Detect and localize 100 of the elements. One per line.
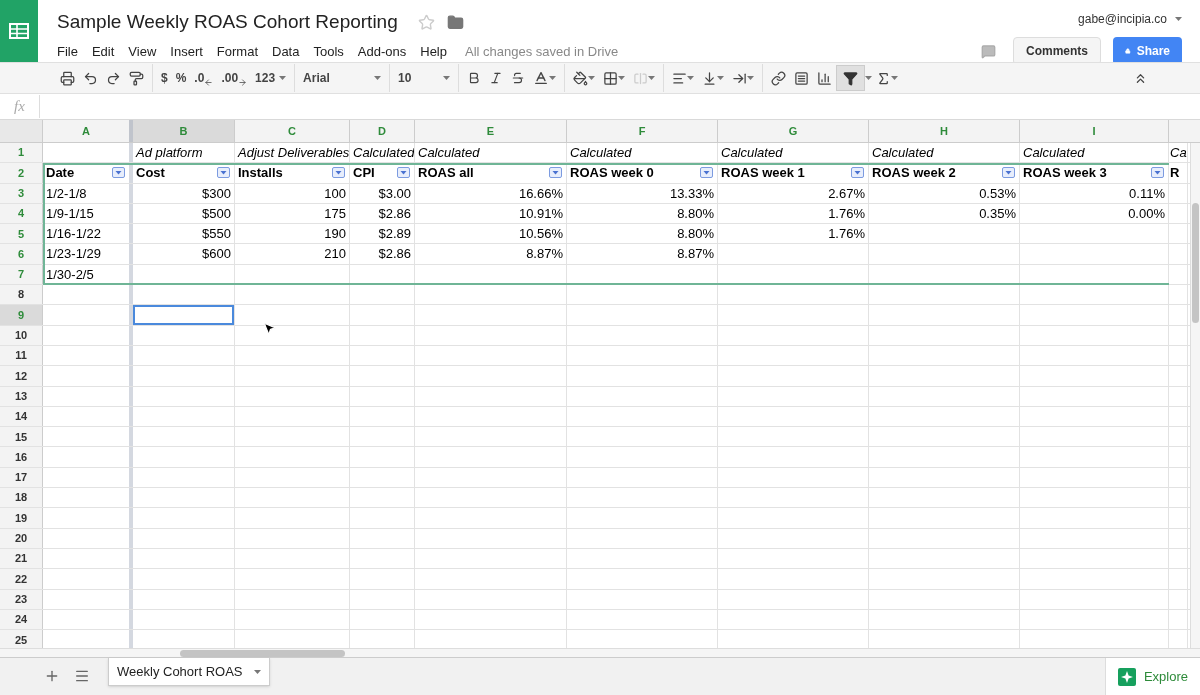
menu-item[interactable]: Edit	[91, 41, 115, 61]
column-header[interactable]: E	[415, 120, 567, 142]
vertical-scrollbar[interactable]	[1190, 143, 1200, 648]
caret-icon[interactable]	[588, 76, 596, 80]
column-heading: Date	[46, 164, 75, 183]
column-header[interactable]: I	[1020, 120, 1169, 142]
font-size-dropdown[interactable]: 10	[394, 66, 455, 90]
selected-cell[interactable]	[133, 305, 234, 325]
caret-icon[interactable]	[891, 76, 899, 80]
table-cell-text: 1/9-1/15	[46, 204, 94, 223]
caret-icon[interactable]	[443, 76, 451, 80]
mouse-cursor-icon	[262, 321, 277, 336]
row-number[interactable]: 2	[0, 163, 43, 183]
column-header[interactable]: D	[350, 120, 415, 142]
caret-icon[interactable]	[279, 76, 287, 80]
table-cell-text: 175	[324, 204, 346, 223]
row-number[interactable]: 19	[0, 508, 43, 528]
account-email[interactable]: gabe@incipia.co	[1078, 10, 1167, 28]
table-cell-text: 190	[324, 225, 346, 244]
star-icon[interactable]	[417, 13, 435, 31]
filter-button[interactable]	[836, 65, 866, 91]
row-number[interactable]: 6	[0, 244, 43, 264]
source-label: Calculated	[872, 143, 934, 162]
column-heading: R	[1170, 164, 1180, 183]
column-header[interactable]: F	[567, 120, 718, 142]
source-label: Calculated	[418, 143, 480, 162]
table-cell-text: 210	[324, 245, 346, 264]
column-header[interactable]: H	[869, 120, 1020, 142]
filter-dropdown-icon[interactable]	[112, 167, 125, 179]
folder-icon[interactable]	[446, 13, 464, 31]
sheets-logo[interactable]	[0, 0, 38, 62]
caret-icon[interactable]	[747, 76, 755, 80]
caret-icon[interactable]	[865, 76, 873, 80]
caret-icon[interactable]	[374, 76, 382, 80]
percent-button[interactable]: %	[171, 66, 191, 90]
table-cell-text: 13.33%	[669, 184, 714, 203]
column-header[interactable]: G	[718, 120, 869, 142]
font-dropdown[interactable]: Arial	[299, 66, 386, 90]
column-heading: ROAS week 2	[872, 164, 956, 183]
menu-item[interactable]: Add-ons	[357, 41, 407, 61]
caret-icon[interactable]	[717, 76, 725, 80]
menu-item[interactable]: Insert	[170, 41, 203, 61]
filter-dropdown-icon[interactable]	[397, 167, 410, 179]
document-title[interactable]: Sample Weekly ROAS Cohort Reporting	[57, 8, 398, 37]
filter-dropdown-icon[interactable]	[851, 167, 864, 179]
caret-icon[interactable]	[687, 76, 695, 80]
column-heading: ROAS week 1	[721, 164, 805, 183]
column-heading: Installs	[238, 164, 283, 183]
menu-item[interactable]: Format	[216, 41, 258, 61]
menu-item[interactable]: View	[128, 41, 157, 61]
filter-dropdown-icon[interactable]	[700, 167, 713, 179]
currency-button[interactable]: $	[157, 66, 172, 90]
column-heading: CPI	[353, 164, 375, 183]
table-cell-text: $600	[202, 245, 231, 264]
menu-item[interactable]: Help	[420, 41, 447, 61]
row-number[interactable]: 16	[0, 447, 43, 467]
all-sheets-button[interactable]	[74, 668, 90, 684]
caret-icon[interactable]	[1175, 17, 1182, 21]
add-sheet-button[interactable]	[44, 668, 60, 684]
row-number[interactable]: 15	[0, 427, 43, 447]
merge-cells-icon	[633, 70, 649, 86]
menu-item[interactable]: File	[57, 41, 78, 61]
row-number[interactable]: 12	[0, 366, 43, 386]
sheet-tab[interactable]: Weekly Cohort ROAS	[108, 658, 271, 686]
table-cell-text: 1.76%	[828, 225, 865, 244]
filter-dropdown-icon[interactable]	[1002, 167, 1015, 179]
filter-dropdown-icon[interactable]	[332, 167, 345, 179]
caret-icon[interactable]	[618, 76, 626, 80]
table-cell-text: 10.91%	[518, 204, 563, 223]
share-button[interactable]: Share	[1113, 37, 1182, 65]
filter-dropdown-icon[interactable]	[217, 167, 230, 179]
spreadsheet-icon	[9, 23, 29, 39]
caret-icon[interactable]	[254, 669, 262, 674]
row-number[interactable]: 5	[0, 224, 43, 244]
caret-icon[interactable]	[549, 76, 557, 80]
chart-icon	[817, 70, 833, 86]
row-number[interactable]: 18	[0, 488, 43, 508]
column-header[interactable]: C	[235, 120, 350, 142]
increase-decimals-button[interactable]: .00	[217, 66, 252, 90]
menu-item[interactable]: Data	[272, 41, 300, 61]
menu-item[interactable]: Tools	[313, 41, 344, 61]
caret-icon[interactable]	[648, 76, 656, 80]
filter-dropdown-icon[interactable]	[1151, 167, 1164, 179]
row-number[interactable]: 25	[0, 630, 43, 648]
decrease-decimals-button[interactable]: .0	[190, 66, 218, 90]
row-number[interactable]: 22	[0, 569, 43, 589]
row-number[interactable]: 8	[0, 285, 43, 305]
table-cell-text: 16.66%	[518, 184, 563, 203]
menu-icon	[74, 668, 90, 684]
comments-button[interactable]: Comments	[1013, 37, 1101, 65]
number-format-button[interactable]: 123	[251, 66, 291, 90]
table-cell-text: 1.76%	[828, 204, 865, 223]
table-cell-text: 8.80%	[677, 204, 714, 223]
horizontal-scrollbar[interactable]	[180, 649, 345, 657]
left-arrow-icon	[204, 77, 214, 87]
table-cell-text: 10.56%	[518, 225, 563, 244]
filter-dropdown-icon[interactable]	[549, 167, 562, 179]
table-cell-text: 8.87%	[677, 245, 714, 264]
explore-button[interactable]: Explore	[1104, 658, 1200, 695]
row-number[interactable]: 1	[0, 143, 43, 163]
